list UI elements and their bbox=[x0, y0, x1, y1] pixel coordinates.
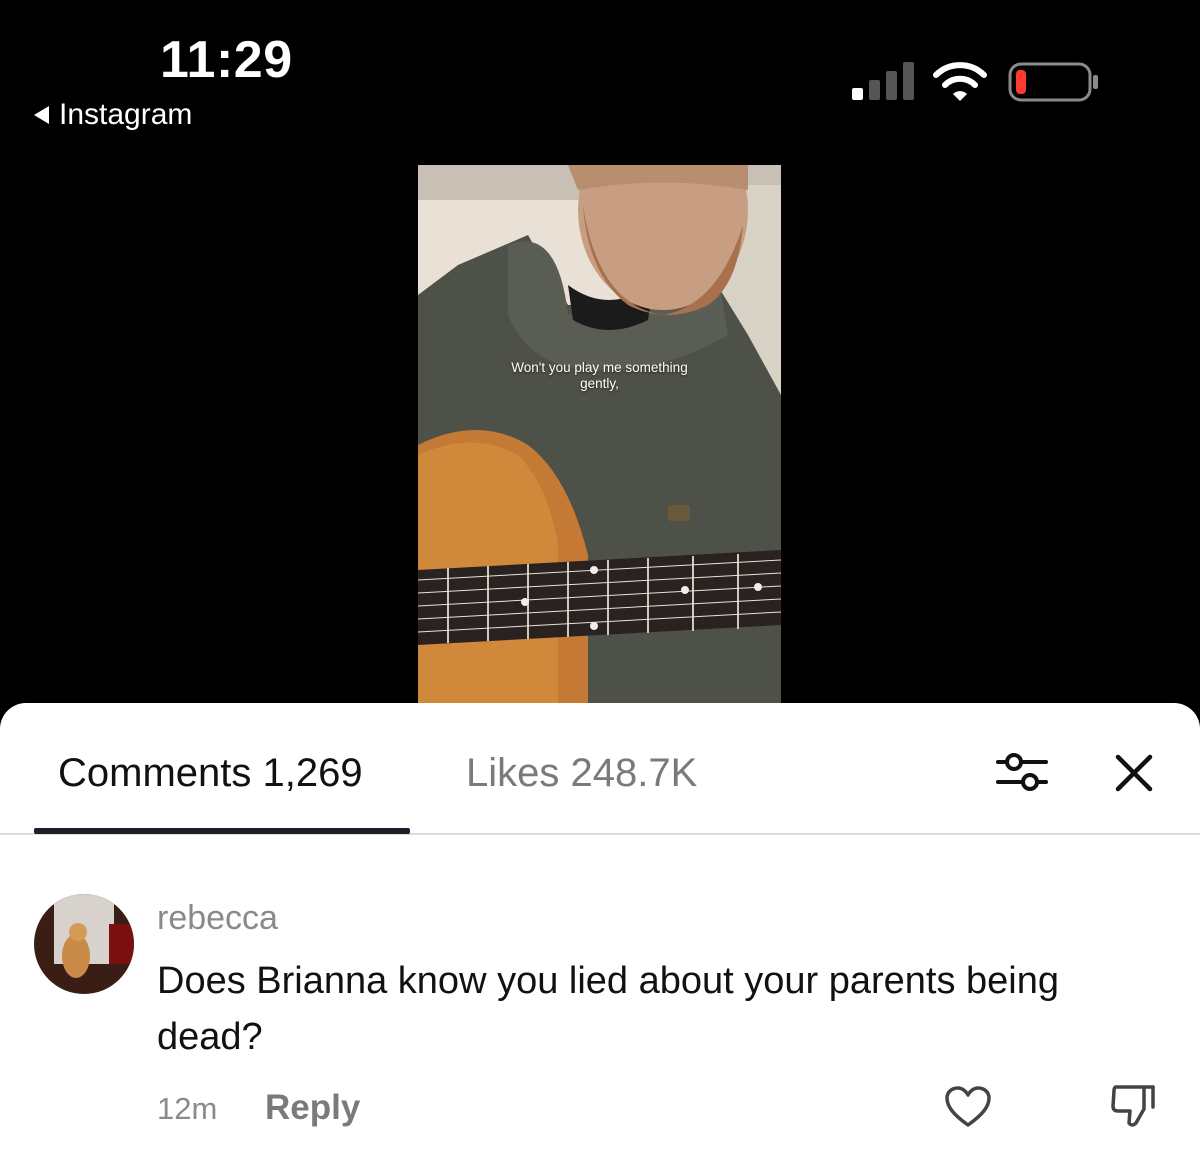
comment-username[interactable]: rebecca bbox=[157, 899, 278, 938]
back-app-label: Instagram bbox=[59, 98, 193, 131]
close-icon[interactable] bbox=[1114, 753, 1154, 793]
sheet-tabs: Comments 1,269 Likes 248.7K bbox=[0, 703, 1200, 835]
tab-likes[interactable]: Likes 248.7K bbox=[466, 751, 697, 796]
video-caption: Won't you play me something gently, bbox=[418, 360, 781, 392]
comment-text: Does Brianna know you lied about your pa… bbox=[157, 960, 1060, 1058]
signal-icon bbox=[852, 62, 914, 100]
video-player[interactable]: Won't you play me something gently, bbox=[418, 165, 781, 705]
battery-icon bbox=[1008, 62, 1098, 102]
back-to-app-link[interactable]: Instagram bbox=[34, 98, 192, 132]
status-time: 11:29 bbox=[160, 31, 293, 89]
comments-sheet: Comments 1,269 Likes 248.7K rebecca Does… bbox=[0, 703, 1200, 1167]
heart-icon[interactable] bbox=[944, 1085, 992, 1129]
caption-line-1: Won't you play me something bbox=[511, 360, 688, 375]
reply-button[interactable]: Reply bbox=[265, 1088, 360, 1128]
caption-line-2: gently, bbox=[580, 376, 619, 391]
filter-icon[interactable] bbox=[996, 751, 1048, 793]
back-arrow-icon bbox=[34, 106, 49, 124]
dislike-icon[interactable] bbox=[1110, 1083, 1156, 1129]
tab-comments[interactable]: Comments 1,269 bbox=[58, 751, 363, 796]
wifi-icon bbox=[933, 62, 987, 101]
video-frame bbox=[418, 165, 781, 705]
avatar[interactable] bbox=[34, 894, 134, 994]
active-tab-indicator bbox=[34, 828, 410, 834]
comment-time: 12m bbox=[157, 1091, 218, 1126]
